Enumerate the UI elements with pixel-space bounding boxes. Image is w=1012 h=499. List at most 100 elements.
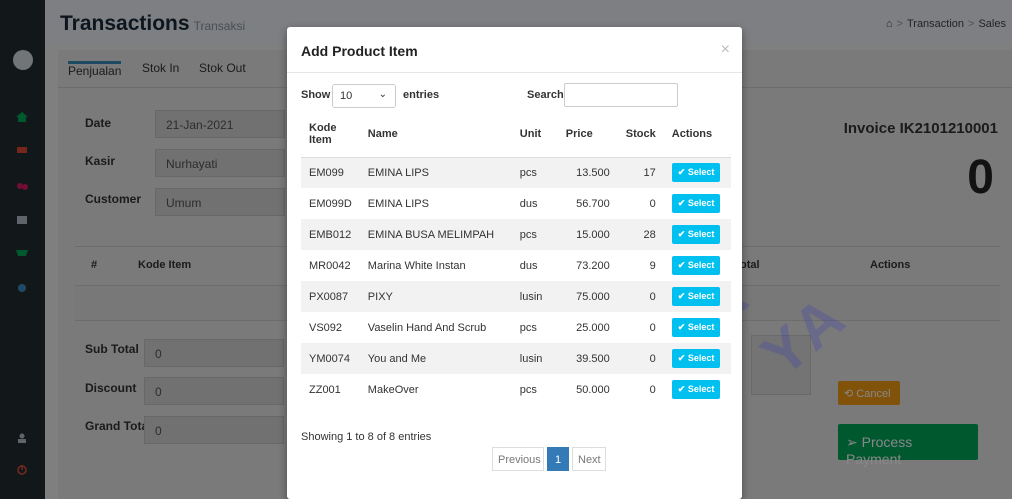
cell-actions: ✔ Select bbox=[664, 250, 731, 281]
cell-actions: ✔ Select bbox=[664, 188, 731, 219]
select-button[interactable]: ✔ Select bbox=[671, 349, 721, 368]
table-row: MR0042 Marina White Instan dus 73.200 9 ✔ Sel… bbox=[301, 250, 731, 281]
cell-stock: 0 bbox=[617, 343, 664, 374]
table-row: EM099D EMINA LIPS dus 56.700 0 ✔ Select bbox=[301, 188, 731, 219]
check-icon: ✔ bbox=[677, 384, 688, 394]
chevron-down-icon: ⌄ bbox=[378, 89, 387, 100]
table-row: YM0074 You and Me lusin 39.500 0 ✔ Select bbox=[301, 343, 731, 374]
previous-page-button[interactable]: Previous bbox=[492, 447, 544, 471]
select-button[interactable]: ✔ Select bbox=[671, 163, 721, 183]
cell-name: Marina White Instan bbox=[367, 259, 466, 272]
table-info: Showing 1 to 8 of 8 entries bbox=[301, 431, 432, 443]
col-name[interactable]: Name bbox=[359, 112, 512, 158]
product-table-header: Kode Item Name Unit Price Stock Actions bbox=[301, 112, 731, 158]
table-row: EMB012 EMINA BUSA MELIMPAH pcs 15.000 28 ✔ Se… bbox=[301, 219, 731, 250]
check-icon: ✔ bbox=[677, 198, 688, 208]
cell-price: 13.500 bbox=[557, 157, 618, 188]
entries-select[interactable]: 10 ⌄ bbox=[332, 84, 396, 108]
select-button-label: Select bbox=[687, 384, 715, 394]
cell-price: 15.000 bbox=[557, 219, 618, 250]
select-button-label: Select bbox=[687, 198, 715, 208]
cell-stock: 0 bbox=[617, 281, 664, 312]
select-button[interactable]: ✔ Select bbox=[671, 256, 721, 275]
cell-actions: ✔ Select bbox=[663, 219, 731, 250]
col-unit[interactable]: Unit bbox=[511, 112, 558, 158]
select-button[interactable]: ✔ Select bbox=[671, 225, 721, 244]
cell-actions: ✔ Select bbox=[663, 157, 731, 188]
next-page-button[interactable]: Next bbox=[572, 447, 606, 471]
cell-name: EMINA LIPS bbox=[359, 157, 512, 188]
cell-stock: 0 bbox=[649, 383, 656, 396]
search-label: Search: bbox=[527, 89, 568, 101]
table-row: VS092 Vaselin Hand And Scrub pcs 25.000 0 ✔ S… bbox=[301, 312, 731, 343]
select-button[interactable]: ✔ Select bbox=[671, 287, 721, 306]
cell-unit: dus bbox=[519, 259, 538, 272]
table-row: EM099 EMINA LIPS pcs 13.500 17 ✔ Select bbox=[301, 157, 731, 188]
cell-name: EMINA BUSA MELIMPAH bbox=[359, 219, 512, 250]
col-price[interactable]: Price bbox=[557, 112, 618, 158]
cell-price: 73.200 bbox=[576, 259, 610, 272]
cell-actions: ✔ Select bbox=[664, 312, 731, 343]
select-button-label: Select bbox=[687, 322, 715, 332]
select-button-label: Select bbox=[687, 291, 715, 301]
cell-actions: ✔ Select bbox=[663, 343, 731, 374]
page-1-button[interactable]: 1 bbox=[547, 447, 569, 471]
cell-actions: ✔ Select bbox=[664, 374, 731, 405]
cell-name: PIXY bbox=[359, 281, 512, 312]
cell-stock: 0 bbox=[649, 197, 656, 210]
check-icon: ✔ bbox=[677, 229, 688, 239]
cell-price: 25.000 bbox=[576, 321, 610, 334]
cell-kode-item: EMB012 bbox=[301, 219, 360, 250]
cell-name: Vaselin Hand And Scrub bbox=[367, 321, 487, 334]
check-icon: ✔ bbox=[677, 291, 688, 301]
select-button-label: Select bbox=[687, 229, 715, 239]
cell-price: 56.700 bbox=[576, 197, 610, 210]
product-table: Kode Item Name Unit Price Stock Actions … bbox=[301, 112, 731, 405]
close-icon[interactable]: × bbox=[721, 41, 730, 59]
cell-unit: pcs bbox=[519, 383, 537, 396]
cell-unit: lusin bbox=[511, 343, 558, 374]
check-icon: ✔ bbox=[677, 322, 688, 332]
select-button-label: Select bbox=[687, 260, 715, 270]
select-button-label: Select bbox=[687, 167, 715, 178]
cell-name: You and Me bbox=[359, 343, 512, 374]
col-actions: Actions bbox=[663, 112, 731, 158]
cell-price: 39.500 bbox=[557, 343, 618, 374]
entries-value: 10 bbox=[340, 90, 353, 102]
search-input[interactable] bbox=[564, 83, 678, 107]
cell-actions: ✔ Select bbox=[663, 281, 731, 312]
cell-unit: lusin bbox=[511, 281, 558, 312]
cell-unit: pcs bbox=[519, 321, 537, 334]
modal-title: Add Product Item bbox=[301, 43, 418, 59]
cell-name: MakeOver bbox=[367, 383, 419, 396]
cell-kode-item: YM0074 bbox=[301, 343, 360, 374]
cell-unit: dus bbox=[519, 197, 538, 210]
cell-name: EMINA LIPS bbox=[367, 197, 429, 210]
select-button[interactable]: ✔ Select bbox=[671, 194, 721, 213]
table-row: PX0087 PIXY lusin 75.000 0 ✔ Select bbox=[301, 281, 731, 312]
cell-kode-item: MR0042 bbox=[309, 259, 351, 272]
col-stock[interactable]: Stock bbox=[617, 112, 664, 158]
cell-unit: pcs bbox=[511, 157, 558, 188]
cell-unit: pcs bbox=[511, 219, 558, 250]
check-icon: ✔ bbox=[677, 167, 688, 178]
select-button-label: Select bbox=[687, 353, 715, 363]
table-row: ZZ001 MakeOver pcs 50.000 0 ✔ Select bbox=[301, 374, 731, 405]
select-button[interactable]: ✔ Select bbox=[671, 318, 721, 337]
cell-price: 75.000 bbox=[557, 281, 618, 312]
cell-stock: 28 bbox=[617, 219, 664, 250]
check-icon: ✔ bbox=[677, 260, 688, 270]
cell-stock: 0 bbox=[649, 321, 656, 334]
cell-stock: 9 bbox=[649, 259, 656, 272]
cell-kode-item: PX0087 bbox=[301, 281, 360, 312]
show-label: Show bbox=[301, 89, 331, 101]
modal-header: Add Product Item × bbox=[287, 27, 742, 73]
check-icon: ✔ bbox=[677, 353, 688, 363]
col-kode-item[interactable]: Kode Item bbox=[301, 112, 360, 158]
cell-kode-item: ZZ001 bbox=[309, 383, 341, 396]
cell-price: 50.000 bbox=[576, 383, 610, 396]
add-product-modal: Add Product Item × Show 10 ⌄ entries Sear… bbox=[287, 27, 742, 499]
cell-kode-item: EM099 bbox=[301, 157, 360, 188]
entries-label: entries bbox=[403, 89, 440, 101]
select-button[interactable]: ✔ Select bbox=[671, 380, 721, 399]
